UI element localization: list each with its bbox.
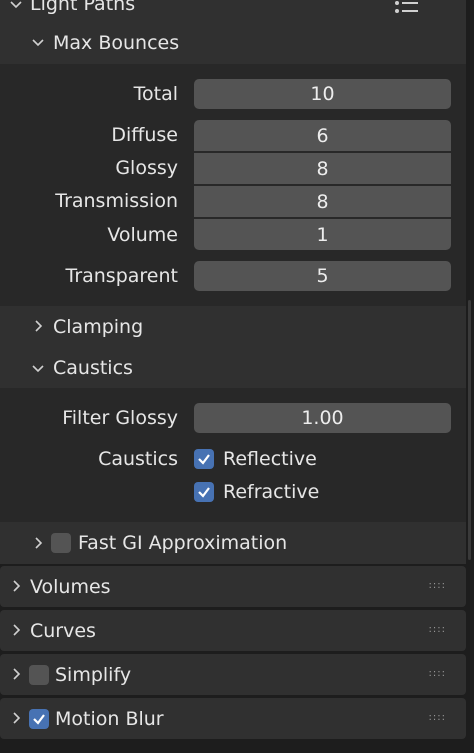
simplify-checkbox[interactable] <box>29 665 49 685</box>
chevron-right-icon <box>28 316 48 336</box>
drag-handle-icon[interactable]: :::: <box>429 580 446 591</box>
refractive-checkbox[interactable] <box>194 482 214 502</box>
max-bounces-header[interactable]: Max Bounces <box>0 20 466 64</box>
chevron-down-icon <box>28 358 48 378</box>
refractive-label[interactable]: Refractive <box>223 481 319 503</box>
max-bounces-title: Max Bounces <box>53 32 180 54</box>
chevron-right-icon <box>6 576 26 596</box>
drag-handle-icon[interactable]: :::: <box>429 712 446 723</box>
fast-gi-header[interactable]: Fast GI Approximation <box>0 522 466 564</box>
checkmark-icon <box>198 454 210 465</box>
transparent-label: Transparent <box>65 265 179 287</box>
chevron-right-icon <box>28 533 48 553</box>
volumes-label: Volumes <box>30 576 111 598</box>
chevron-down-icon <box>28 32 48 52</box>
diffuse-label: Diffuse <box>111 124 178 146</box>
chevron-right-icon <box>6 664 26 684</box>
checkmark-icon <box>33 714 45 725</box>
volume-label: Volume <box>107 224 178 246</box>
chevron-right-icon <box>6 708 26 728</box>
curves-label: Curves <box>30 620 96 642</box>
reflective-checkbox[interactable] <box>194 449 214 469</box>
motion-blur-panel-header[interactable]: Motion Blur :::: <box>0 698 466 739</box>
caustics-header[interactable]: Caustics <box>0 348 466 388</box>
chevron-down-icon <box>6 0 26 14</box>
light-paths-header[interactable]: Light Paths <box>0 0 466 20</box>
total-label: Total <box>133 83 178 105</box>
checkmark-icon <box>198 487 210 498</box>
simplify-label: Simplify <box>55 664 132 686</box>
transmission-label: Transmission <box>55 190 178 212</box>
curves-panel-header[interactable]: Curves :::: <box>0 610 466 651</box>
diffuse-field[interactable]: 6 <box>194 120 451 151</box>
transparent-field[interactable]: 5 <box>194 261 451 291</box>
caustics-label: Caustics <box>98 448 178 470</box>
glossy-field[interactable]: 8 <box>194 153 451 184</box>
simplify-panel-header[interactable]: Simplify :::: <box>0 654 466 695</box>
clamping-title: Clamping <box>53 316 144 338</box>
drag-handle-icon[interactable]: :::: <box>429 668 446 679</box>
motion-blur-label: Motion Blur <box>55 708 164 730</box>
glossy-label: Glossy <box>115 157 178 179</box>
list-menu-icon[interactable] <box>394 0 420 16</box>
motion-blur-checkbox[interactable] <box>29 709 49 729</box>
light-paths-title: Light Paths <box>30 0 136 15</box>
scrollbar[interactable] <box>468 300 471 560</box>
caustics-title: Caustics <box>53 357 133 379</box>
chevron-right-icon <box>6 620 26 640</box>
drag-handle-icon[interactable]: :::: <box>429 624 446 635</box>
filter-glossy-field[interactable]: 1.00 <box>194 403 451 433</box>
filter-glossy-label: Filter Glossy <box>62 407 178 429</box>
fast-gi-label: Fast GI Approximation <box>78 532 288 554</box>
volumes-panel-header[interactable]: Volumes :::: <box>0 566 466 607</box>
reflective-label[interactable]: Reflective <box>223 448 317 470</box>
fast-gi-checkbox[interactable] <box>51 533 71 553</box>
total-field[interactable]: 10 <box>194 79 451 109</box>
transmission-field[interactable]: 8 <box>194 186 451 217</box>
clamping-header[interactable]: Clamping <box>0 306 466 348</box>
volume-field[interactable]: 1 <box>194 219 451 250</box>
